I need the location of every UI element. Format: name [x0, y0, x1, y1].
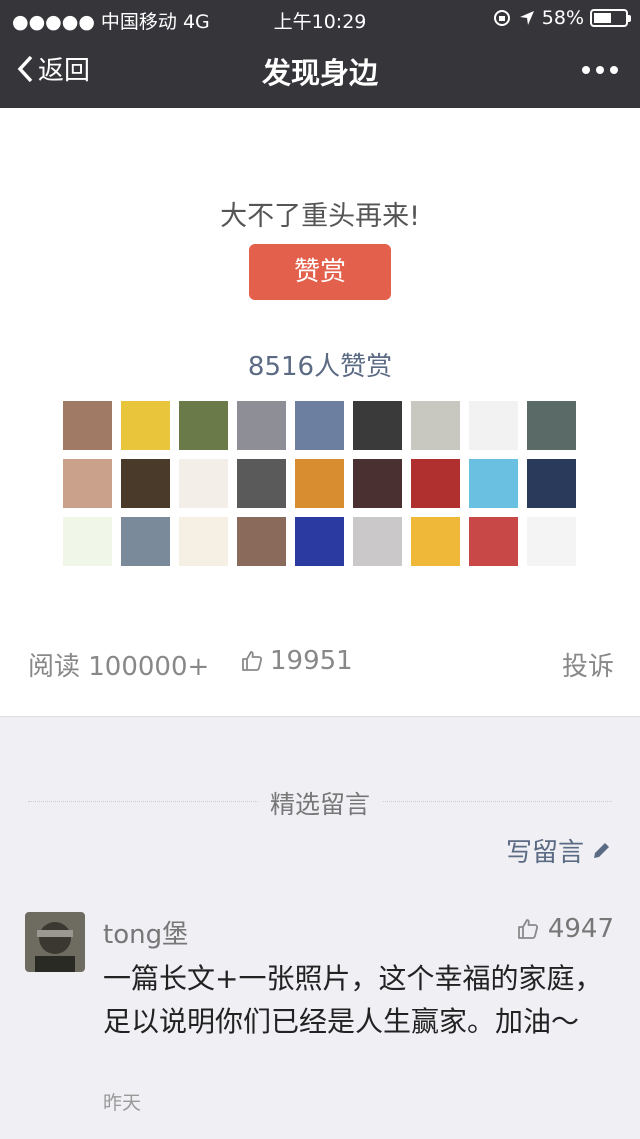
comment-like-count: 4947 — [547, 914, 614, 944]
reward-avatar[interactable] — [295, 401, 344, 450]
battery-fill — [594, 13, 612, 23]
reward-avatar[interactable] — [237, 459, 286, 508]
reward-avatar[interactable] — [469, 401, 518, 450]
write-comment-button[interactable]: 写留言 — [506, 832, 612, 869]
status-bar: ●●●●● 中国移动 4G 上午10:29 58% — [0, 0, 640, 36]
pencil-icon — [594, 842, 609, 858]
reward-avatar[interactable] — [353, 517, 402, 566]
comment-like-button[interactable]: 4947 — [516, 914, 614, 944]
reward-avatar[interactable] — [469, 517, 518, 566]
write-comment-label: 写留言 — [505, 838, 584, 868]
reward-avatar[interactable] — [179, 459, 228, 508]
page-title: 发现身边 — [261, 56, 378, 90]
commenter-name[interactable]: tong堡 — [103, 914, 188, 951]
commenter-avatar[interactable] — [25, 912, 85, 972]
reward-count[interactable]: 8516人赞赏 — [0, 346, 640, 383]
reward-avatar[interactable] — [469, 459, 518, 508]
thumbs-up-icon — [242, 651, 263, 671]
reward-avatar[interactable] — [121, 459, 170, 508]
reward-avatar[interactable] — [353, 401, 402, 450]
reward-avatar[interactable] — [295, 517, 344, 566]
reward-message: 大不了重头再来! — [220, 201, 420, 232]
nav-bar: 返回 发现身边 — [0, 36, 640, 108]
reward-button[interactable]: 赞赏 — [249, 244, 391, 300]
comment-text: 一篇长文+一张照片，这个幸福的家庭，足以说明你们已经是人生赢家。加油～ — [103, 962, 603, 1038]
rotation-lock-icon — [493, 10, 510, 26]
reward-avatar[interactable] — [179, 401, 228, 450]
like-button[interactable]: 19951 — [240, 646, 353, 676]
reward-avatar-grid — [63, 401, 583, 575]
comments-section-label: 精选留言 — [257, 790, 382, 819]
reward-avatar[interactable] — [63, 401, 112, 450]
top-bar: ●●●●● 中国移动 4G 上午10:29 58% 返回 发现身边 — [0, 0, 640, 108]
article-stats: 阅读 100000+ 19951 投诉 — [0, 638, 640, 682]
battery-icon — [590, 9, 631, 27]
read-count: 阅读 100000+ — [28, 652, 210, 682]
reward-avatar[interactable] — [121, 517, 170, 566]
reward-avatar[interactable] — [353, 459, 402, 508]
reward-avatar[interactable] — [527, 459, 576, 508]
reward-avatar[interactable] — [121, 401, 170, 450]
reward-avatar[interactable] — [63, 459, 112, 508]
reward-avatar[interactable] — [527, 517, 576, 566]
battery-percent: 58% — [541, 7, 584, 29]
status-right: 58% — [492, 7, 631, 29]
report-link[interactable]: 投诉 — [562, 646, 614, 683]
reward-avatar[interactable] — [295, 459, 344, 508]
comment-time: 昨天 — [103, 1092, 142, 1114]
reward-avatar[interactable] — [411, 401, 460, 450]
reward-avatar[interactable] — [411, 517, 460, 566]
more-dots-icon[interactable] — [582, 66, 618, 74]
comments-section-title: 精选留言 — [0, 785, 640, 821]
like-count: 19951 — [270, 646, 353, 676]
thumbs-up-icon — [517, 919, 538, 939]
reward-avatar[interactable] — [527, 401, 576, 450]
reward-avatar[interactable] — [237, 517, 286, 566]
reward-avatar[interactable] — [411, 459, 460, 508]
article-footer-card: 大不了重头再来! 赞赏 8516人赞赏 阅读 100000+ 19951 投诉 — [0, 108, 640, 717]
reward-avatar[interactable] — [179, 517, 228, 566]
reward-avatar[interactable] — [237, 401, 286, 450]
location-arrow-icon — [519, 11, 534, 25]
reward-avatar[interactable] — [63, 517, 112, 566]
